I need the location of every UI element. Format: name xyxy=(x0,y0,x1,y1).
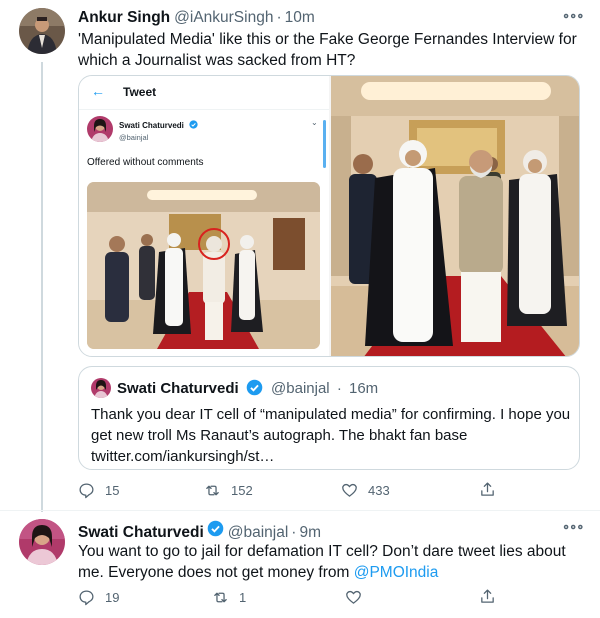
embedded-tweet-text: Offered without comments xyxy=(87,157,204,168)
retweet-button[interactable]: 1 xyxy=(212,589,246,606)
tweet2-text-body: You want to go to jail for defamation IT… xyxy=(78,543,566,581)
embedded-author-name: Swati Chaturvedi xyxy=(119,120,198,130)
tweet1-text: 'Manipulated Media' like this or the Fak… xyxy=(78,31,577,69)
share-icon xyxy=(481,589,494,603)
mention-link[interactable]: @PMOIndia xyxy=(354,564,439,581)
tweet1-header: Ankur Singh @iAnkurSingh · 10m xyxy=(78,9,315,27)
verified-badge-icon xyxy=(207,520,224,537)
embedded-avatar xyxy=(87,116,113,142)
embedded-title: Tweet xyxy=(123,85,157,99)
quoted-author-handle[interactable]: @bainjal xyxy=(271,380,330,397)
retweet-button[interactable]: 152 xyxy=(204,482,253,499)
embedded-scrollbar xyxy=(323,120,326,168)
reply-button[interactable]: 19 xyxy=(78,589,119,606)
quoted-tweet-text: Thank you dear IT cell of “manipulated m… xyxy=(91,406,571,465)
retweet-count: 152 xyxy=(231,483,253,498)
quoted-tweet-header: Swati Chaturvedi @bainjal · 16m xyxy=(117,379,378,397)
tweet2-separator: · xyxy=(291,524,297,541)
tweet2-author-handle[interactable]: @bainjal xyxy=(228,524,289,542)
avatar-ankur-singh[interactable] xyxy=(19,8,65,54)
verified-badge-icon xyxy=(246,379,263,396)
embedded-topbar: ← Tweet xyxy=(79,76,329,110)
thread-connector-line xyxy=(41,62,43,512)
reply-icon xyxy=(79,590,94,606)
share-button[interactable] xyxy=(479,481,496,498)
tweet2-timestamp[interactable]: 9m xyxy=(299,524,321,542)
quoted-tweet-card[interactable]: Swati Chaturvedi @bainjal · 16m Thank yo… xyxy=(78,366,580,470)
retweet-count: 1 xyxy=(239,590,247,605)
like-button[interactable]: 433 xyxy=(341,482,390,499)
tweet2-text: You want to go to jail for defamation IT… xyxy=(78,541,578,583)
tweet1-timestamp[interactable]: 10m xyxy=(285,9,315,27)
chevron-down-icon: ⌄ xyxy=(311,118,318,127)
more-options-icon[interactable]: ∘∘∘ xyxy=(562,8,584,24)
retweet-icon xyxy=(214,592,227,603)
more-options-icon[interactable]: ∘∘∘ xyxy=(562,519,584,535)
reply-icon xyxy=(79,483,94,499)
reply-count: 15 xyxy=(105,483,120,498)
embedded-photo xyxy=(87,182,320,349)
reply-count: 19 xyxy=(105,590,120,605)
tweet2-header: Swati Chaturvedi @bainjal · 9m xyxy=(78,520,321,542)
tweet-divider xyxy=(0,510,600,511)
arrow-left-icon: ← xyxy=(91,83,105,99)
quoted-timestamp[interactable]: 16m xyxy=(349,380,378,397)
verified-badge-icon xyxy=(189,120,198,129)
like-icon xyxy=(346,590,361,604)
quoted-author-name[interactable]: Swati Chaturvedi xyxy=(117,380,239,397)
embedded-tweet-screenshot[interactable]: ← Tweet Swati Chaturvedi @bainjal ⌄ Offe… xyxy=(79,76,329,356)
reply-button[interactable]: 15 xyxy=(78,482,119,499)
retweet-icon xyxy=(206,485,219,496)
tweet1-photo[interactable] xyxy=(331,76,579,356)
like-icon xyxy=(342,483,357,497)
share-icon xyxy=(481,482,494,496)
quoted-separator: · xyxy=(336,380,342,397)
like-button[interactable] xyxy=(345,589,362,606)
tweet1-media-grid[interactable]: ← Tweet Swati Chaturvedi @bainjal ⌄ Offe… xyxy=(78,75,580,357)
tweet2-author-name[interactable]: Swati Chaturvedi xyxy=(78,524,204,542)
like-count: 433 xyxy=(368,483,390,498)
share-button[interactable] xyxy=(479,588,496,605)
avatar-swati-chaturvedi[interactable] xyxy=(19,519,65,565)
embedded-author-handle: @bainjal xyxy=(119,133,149,142)
tweet1-author-handle[interactable]: @iAnkurSingh xyxy=(174,9,273,27)
quoted-author-avatar[interactable] xyxy=(91,378,111,398)
tweet1-separator: · xyxy=(276,9,282,26)
tweet1-author-name[interactable]: Ankur Singh xyxy=(78,9,170,27)
